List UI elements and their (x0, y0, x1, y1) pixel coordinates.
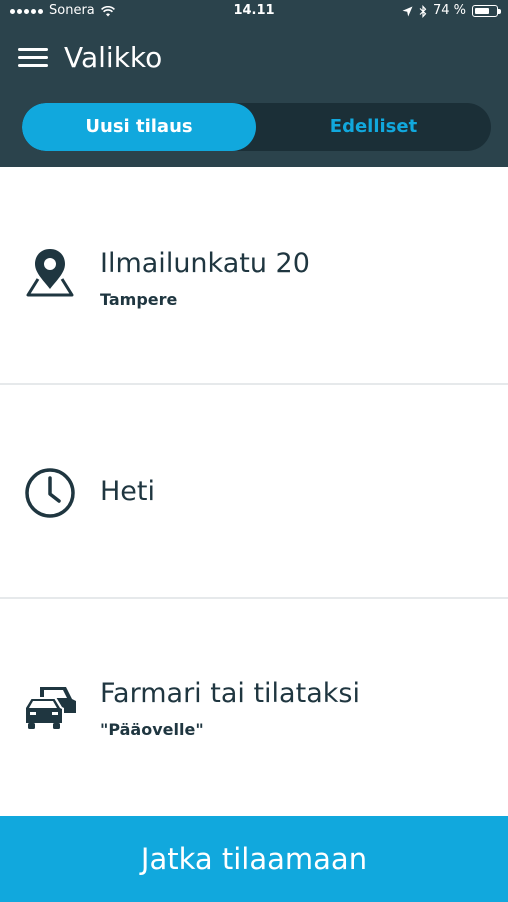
location-arrow-icon (402, 6, 413, 16)
address-row[interactable]: Ilmailunkatu 20 Tampere (0, 167, 508, 383)
status-bar: Sonera 14.11 74 % (0, 0, 508, 22)
status-right: 74 % (402, 0, 501, 22)
tab-new-order[interactable]: Uusi tilaus (22, 103, 256, 151)
header: Sonera 14.11 74 % Valikko Uusi tilaus Ed… (0, 0, 508, 167)
time-title: Heti (100, 476, 156, 507)
tab-previous-orders[interactable]: Edelliset (256, 103, 491, 151)
continue-order-button[interactable]: Jatka tilaamaan (0, 816, 508, 902)
clock-icon (25, 468, 75, 518)
vehicle-note: "Pääovelle" (100, 720, 204, 739)
battery-level (474, 7, 490, 14)
menu-title[interactable]: Valikko (64, 40, 162, 76)
vehicle-row[interactable]: Farmari tai tilataksi "Pääovelle" (0, 599, 508, 816)
order-screen: Sonera 14.11 74 % Valikko Uusi tilaus Ed… (0, 0, 508, 902)
hamburger-menu-icon[interactable] (18, 46, 48, 70)
battery-percentage: 74 % (432, 3, 466, 18)
vehicle-title: Farmari tai tilataksi (100, 678, 360, 709)
cars-icon (24, 687, 76, 729)
battery-icon (472, 5, 501, 17)
bluetooth-icon (419, 4, 427, 18)
address-city: Tampere (100, 290, 178, 309)
order-tabs: Uusi tilaus Edelliset (22, 103, 491, 151)
time-row[interactable]: Heti (0, 385, 508, 597)
app-bar: Valikko (0, 28, 508, 90)
address-title: Ilmailunkatu 20 (100, 248, 310, 279)
map-pin-icon (26, 249, 74, 297)
